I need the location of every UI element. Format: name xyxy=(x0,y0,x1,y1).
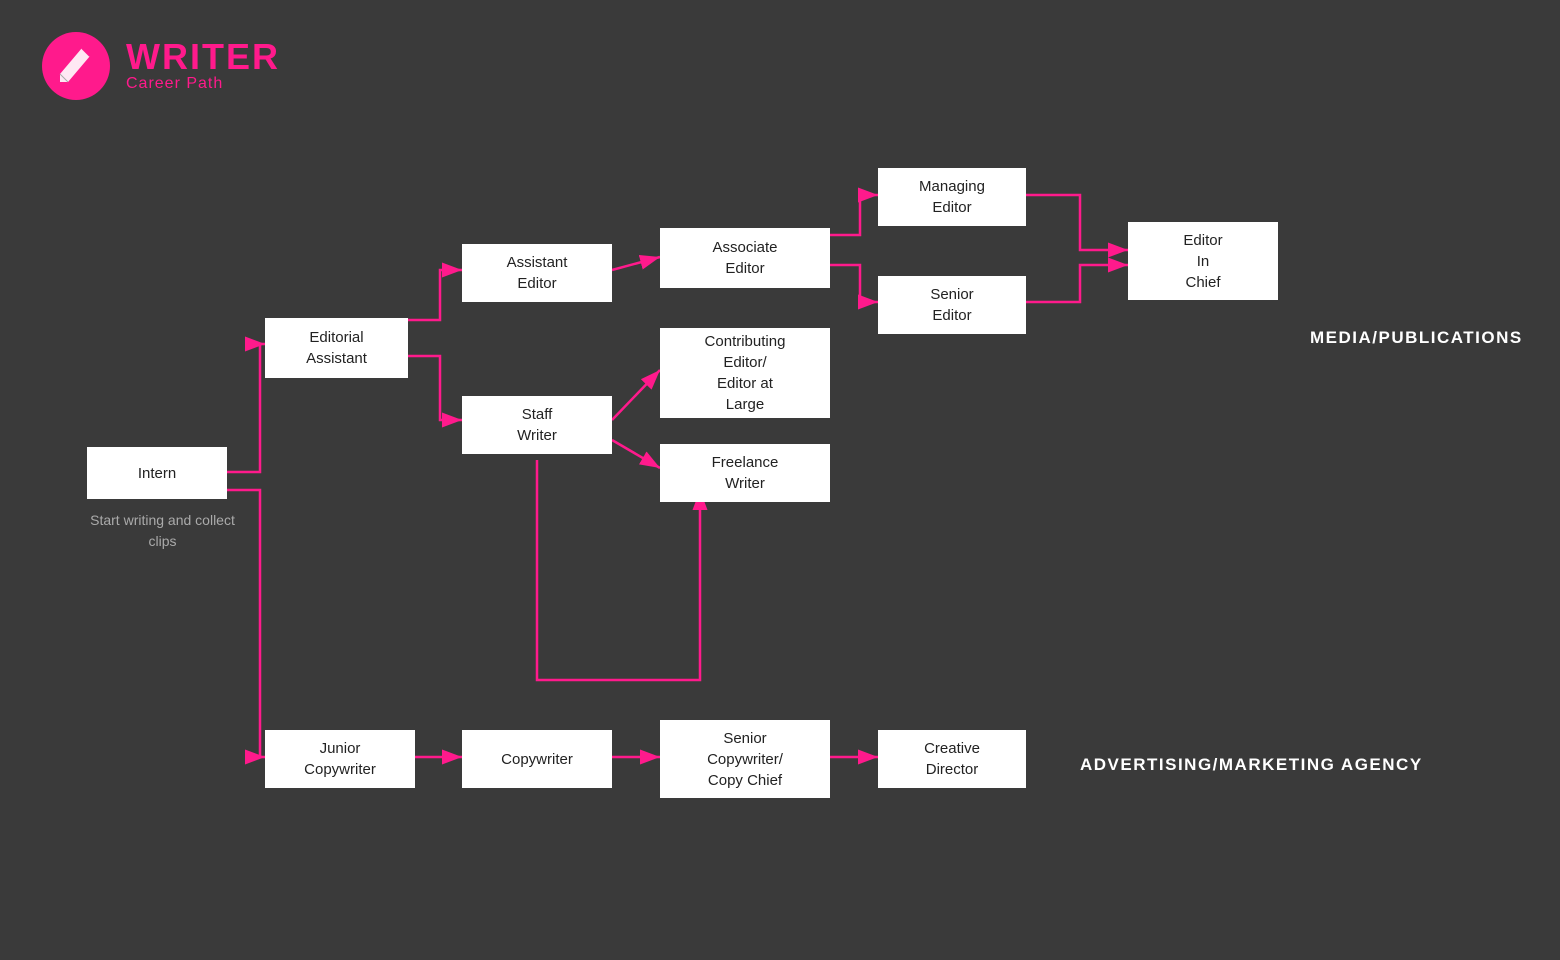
node-assistant-editor: AssistantEditor xyxy=(462,244,612,302)
logo-icon xyxy=(40,30,112,102)
node-senior-copywriter: SeniorCopywriter/Copy Chief xyxy=(660,720,830,798)
node-freelance-writer: FreelanceWriter xyxy=(660,444,830,502)
start-text: Start writing and collect clips xyxy=(85,510,240,552)
logo-title: WRITER xyxy=(126,39,280,75)
node-staff-writer: StaffWriter xyxy=(462,396,612,454)
media-label: MEDIA/PUBLICATIONS xyxy=(1310,328,1523,348)
node-contributing-editor: ContributingEditor/Editor atLarge xyxy=(660,328,830,418)
node-editorial-assistant: EditorialAssistant xyxy=(265,318,408,378)
node-intern: Intern xyxy=(87,447,227,499)
node-editor-in-chief: EditorInChief xyxy=(1128,222,1278,300)
node-creative-director: CreativeDirector xyxy=(878,730,1026,788)
advertising-label: ADVERTISING/MARKETING AGENCY xyxy=(1080,755,1423,775)
logo-text: WRITER Career Path xyxy=(126,39,280,93)
node-managing-editor: ManagingEditor xyxy=(878,168,1026,226)
logo: WRITER Career Path xyxy=(40,30,280,102)
node-senior-editor: SeniorEditor xyxy=(878,276,1026,334)
node-associate-editor: AssociateEditor xyxy=(660,228,830,288)
node-junior-copywriter: JuniorCopywriter xyxy=(265,730,415,788)
node-copywriter: Copywriter xyxy=(462,730,612,788)
logo-subtitle: Career Path xyxy=(126,75,280,93)
